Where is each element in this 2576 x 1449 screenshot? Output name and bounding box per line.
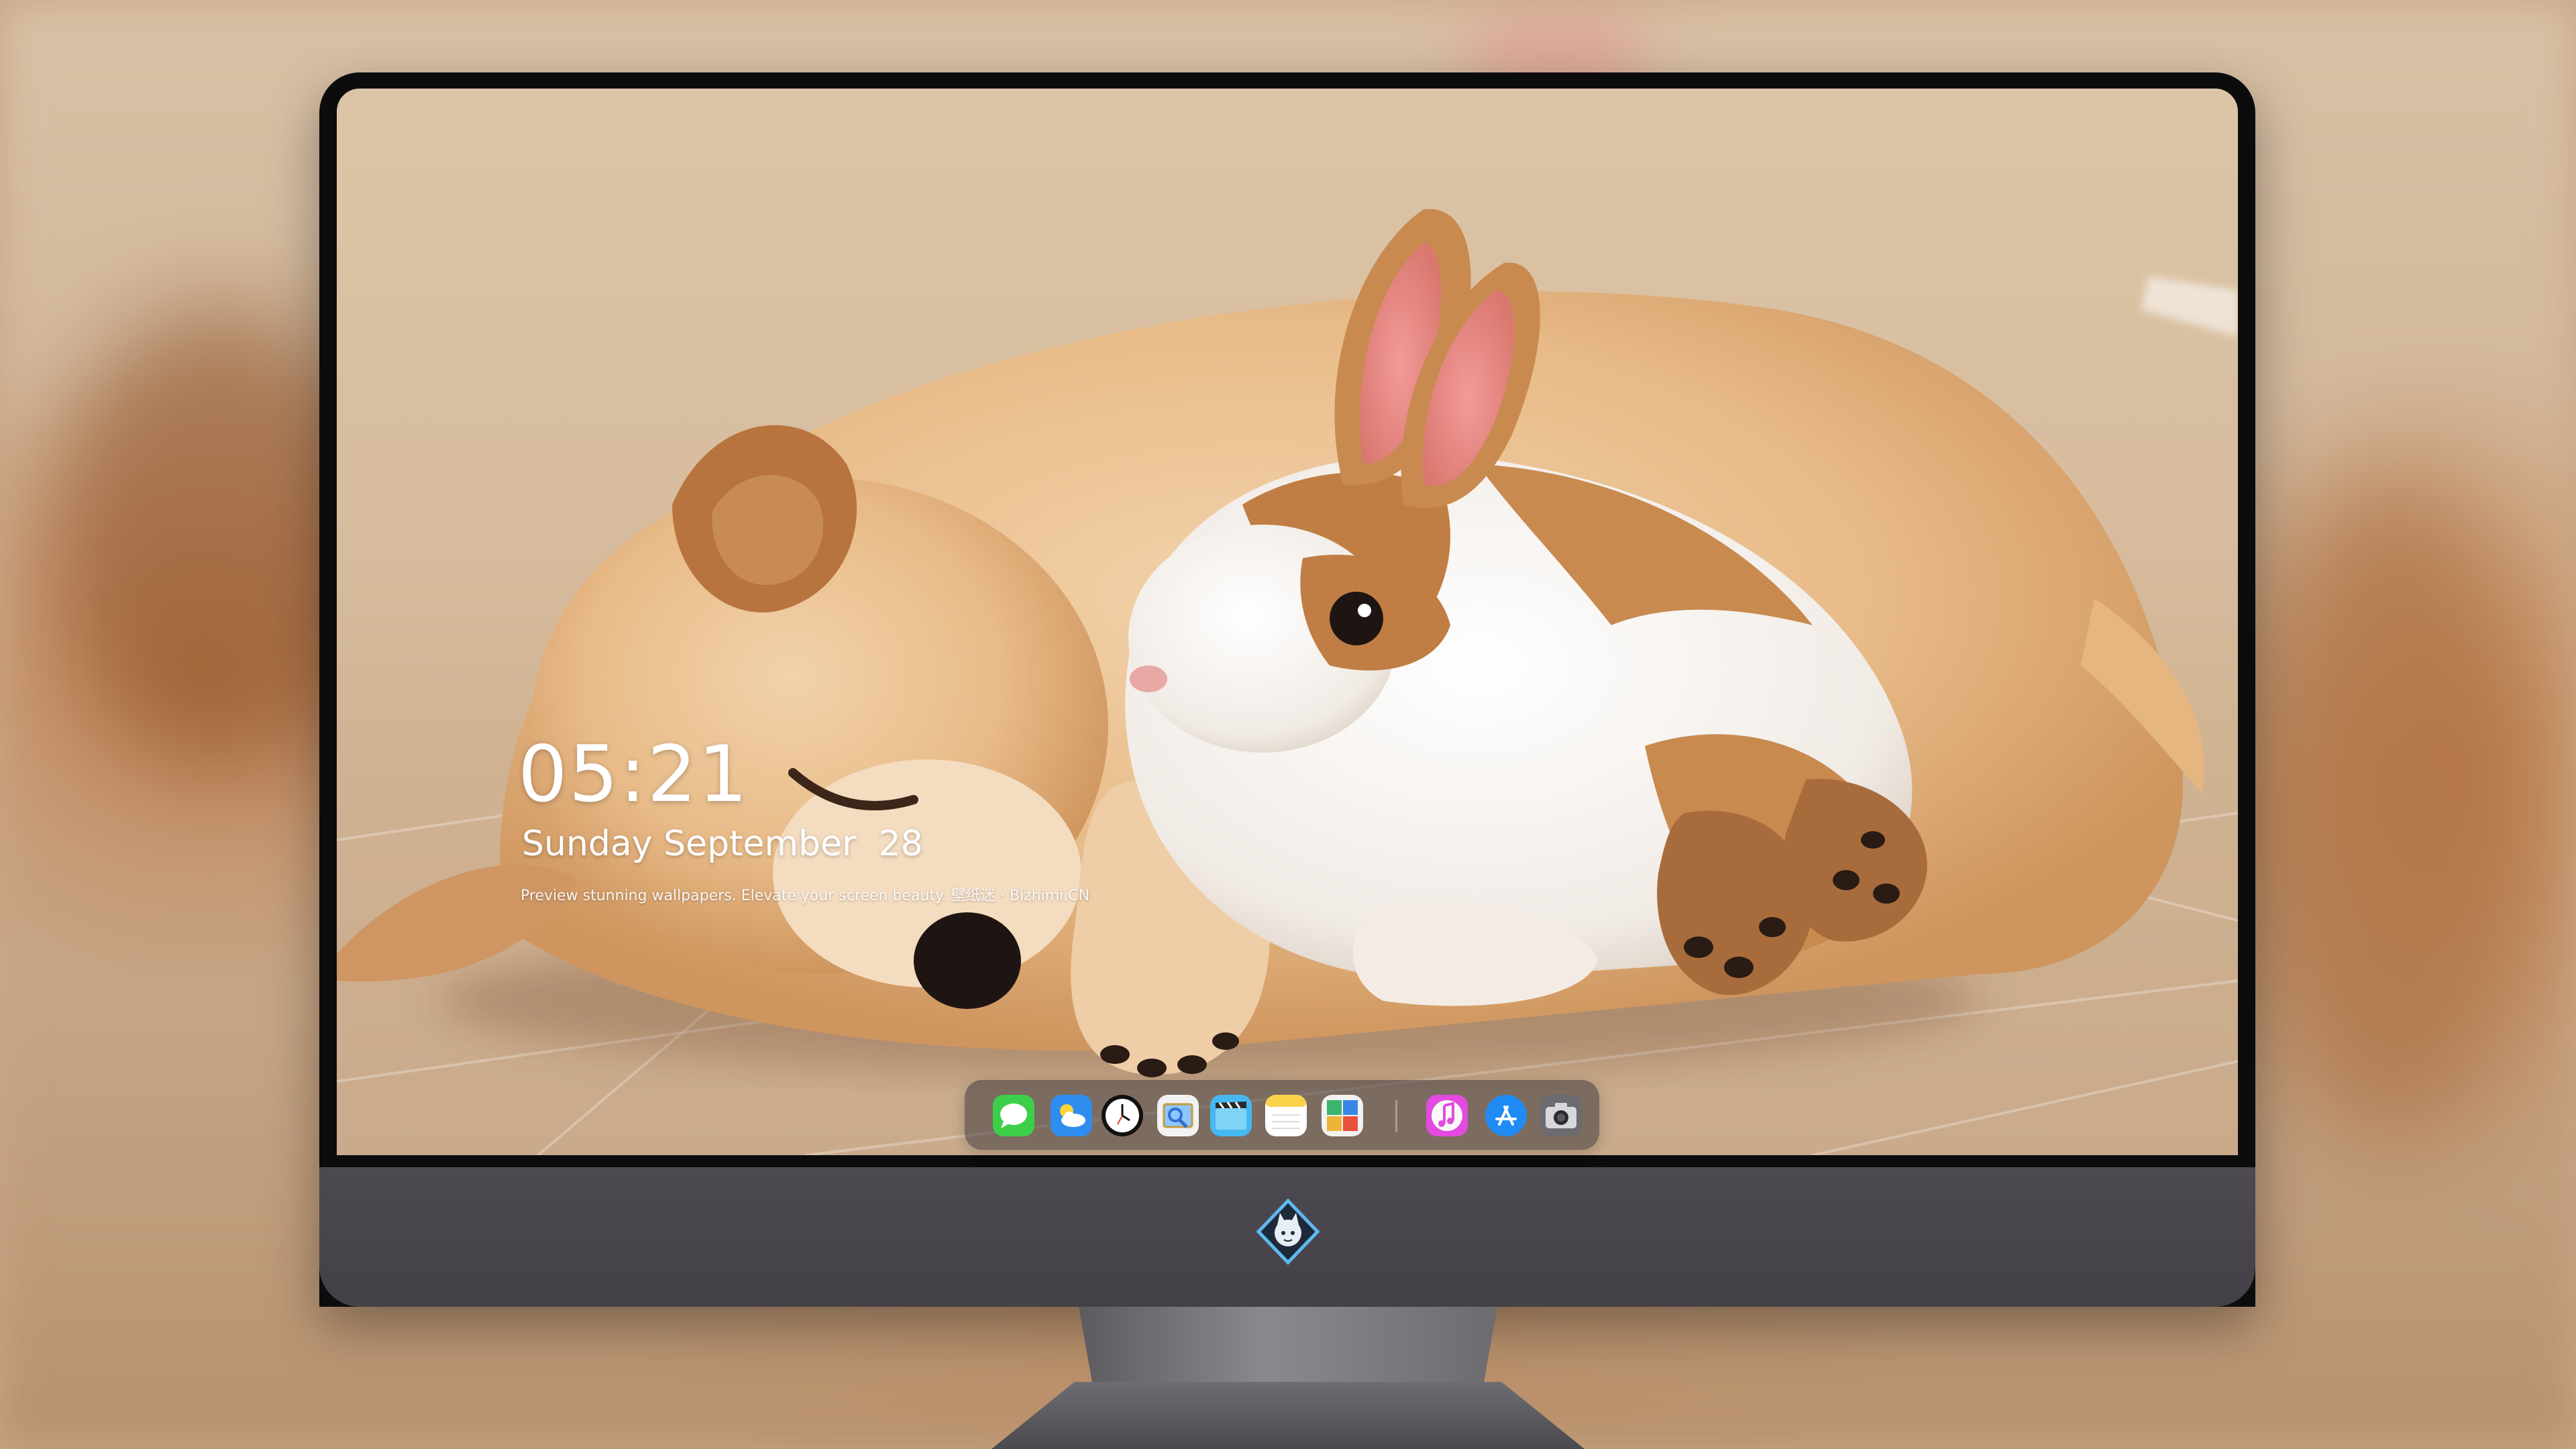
messages-icon[interactable] <box>993 1095 1034 1136</box>
wallpaper-puppy-and-bunny <box>337 209 2238 1155</box>
photo-booth-icon[interactable] <box>1322 1095 1363 1136</box>
lock-screen-tagline: Preview stunning wallpapers. Elevate you… <box>521 888 1090 904</box>
preview-icon[interactable] <box>1157 1095 1199 1136</box>
background-blur-shape <box>2241 470 2542 1140</box>
lock-screen: 05:21 Sunday September 28 Preview stunni… <box>337 89 2238 1155</box>
camera-icon[interactable] <box>1540 1095 1582 1136</box>
anime-avatar-logo-icon <box>1256 1198 1320 1265</box>
clock-icon[interactable] <box>1102 1095 1143 1136</box>
dock-divider <box>1395 1100 1397 1132</box>
notes-icon[interactable] <box>1265 1095 1307 1136</box>
app-store-icon[interactable] <box>1485 1095 1527 1136</box>
lock-screen-date: Sunday September 28 <box>522 824 923 864</box>
monitor-stand-base <box>991 1382 1585 1449</box>
clips-icon[interactable] <box>1210 1095 1252 1136</box>
music-icon[interactable] <box>1426 1095 1468 1136</box>
weather-icon[interactable] <box>1051 1095 1092 1136</box>
lock-screen-time: 05:21 <box>518 729 749 820</box>
